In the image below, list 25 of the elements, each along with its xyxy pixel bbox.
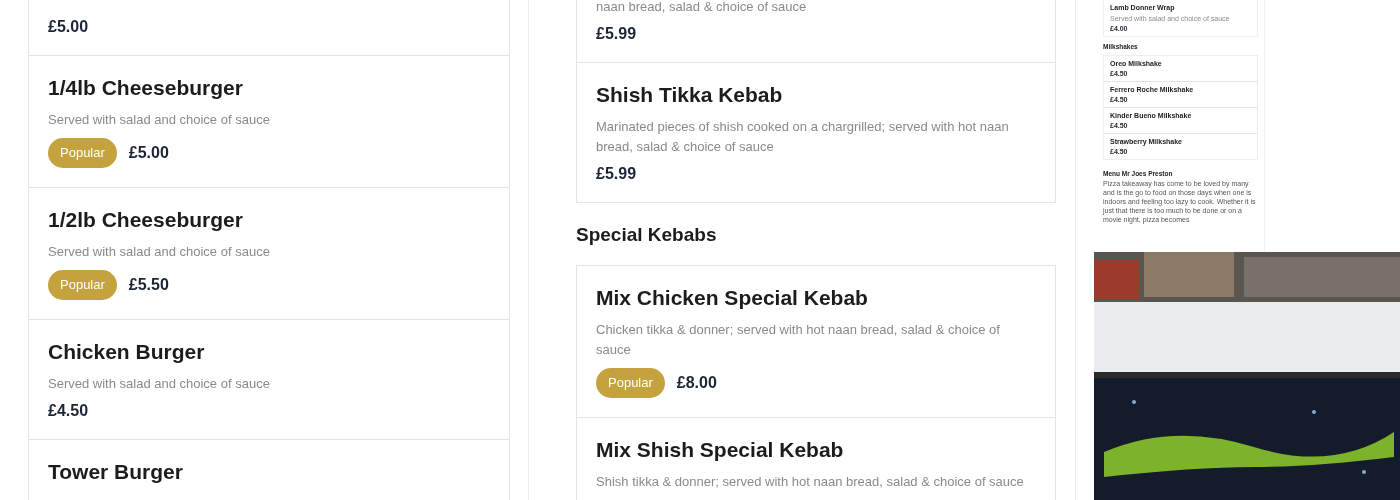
section-heading: Special Kebabs [576,224,717,246]
item-name: 1/2lb Cheeseburger [48,208,243,232]
popular-badge: Popular [596,368,665,398]
item-price: £5.99 [596,25,637,43]
item-price: £5.99 [596,165,637,183]
item-description: Shish tikka & donner; served with hot naan bread, salad & choice of sauce [596,473,1025,491]
item-name: Tower Burger [48,460,183,484]
item-name: Chicken Burger [48,340,205,364]
item-price: £5.00 [128,144,169,162]
item-name: Shish Tikka Kebab [596,83,783,107]
item-price: £4.50 [48,402,89,420]
item-description: Served with salad and choice of sauce [48,243,271,261]
item-description: Served with salad and choice of sauce [48,375,271,393]
item-description: naan bread, salad & choice of sauce [596,0,808,16]
item-description: Chicken tikka & donner; served with hot naan bread, salad & choice of sauce [596,321,1001,359]
item-price: £5.50 [128,276,169,294]
item-name: 1/4lb Cheeseburger [48,76,243,100]
popular-badge: Popular [48,138,117,168]
popular-badge: Popular [48,270,117,300]
item-description: Marinated pieces of shish cooked on a chargrilled; served with hot naan bread, salad & choice of sauce [596,118,1010,156]
item-price: £8.00 [676,374,717,392]
item-name: Mix Shish Special Kebab [596,438,844,462]
item-description: Served with salad and choice of sauce [48,111,271,129]
item-name: Mix Chicken Special Kebab [596,286,868,310]
item-price: £5.00 [48,18,89,36]
